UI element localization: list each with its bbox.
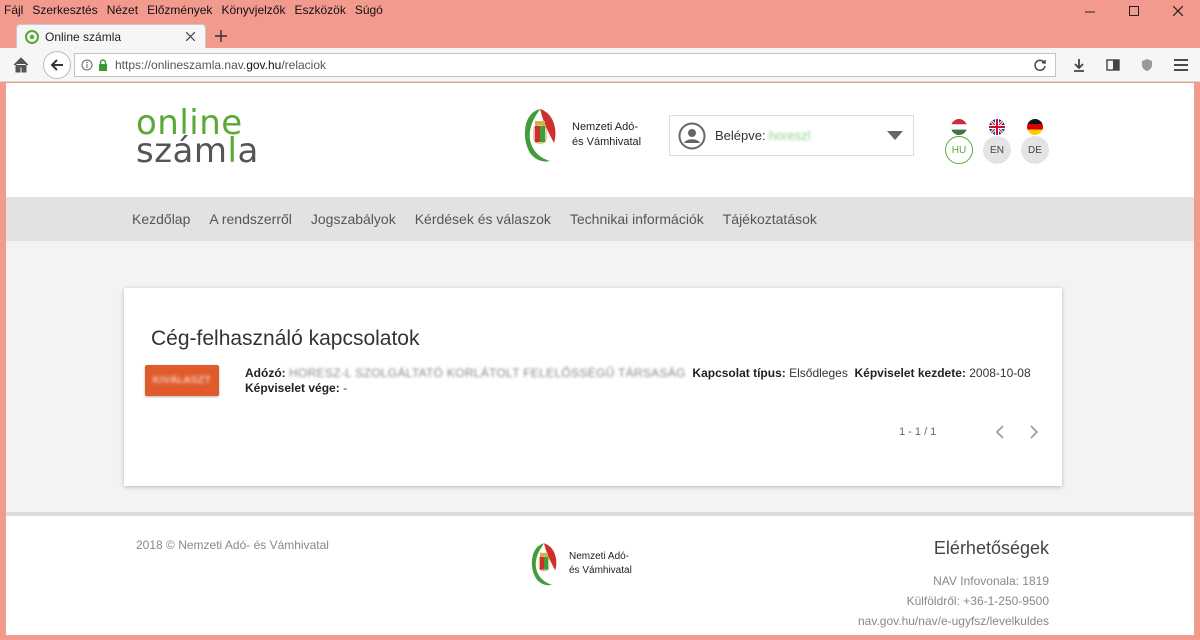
lang-de-button[interactable]: DE <box>1021 136 1049 164</box>
lang-hu[interactable]: HU <box>944 119 974 164</box>
login-label: Belépve: <box>715 128 766 143</box>
contacts-title: Elérhetőségek <box>933 538 1049 558</box>
crest-icon <box>531 543 557 586</box>
menu-file[interactable]: Fájl <box>4 3 23 17</box>
select-taxpayer-button[interactable]: KIVÁLASZT <box>145 365 219 396</box>
footer-agency-logo[interactable]: Nemzeti Adó- és Vámhivatal <box>528 539 632 589</box>
language-switcher: HU EN DE <box>944 119 1050 164</box>
representation-start-value: 2008-10-08 <box>969 366 1031 380</box>
nav-item-legislation[interactable]: Jogszabályok <box>311 211 396 227</box>
page-title: Cég-felhasználó kapcsolatok <box>151 327 420 350</box>
lang-de[interactable]: DE <box>1020 119 1050 164</box>
nav-item-notices[interactable]: Tájékoztatások <box>723 211 817 227</box>
address-bar[interactable]: https://onlineszamla.nav.gov.hu/relaciok <box>74 53 1056 77</box>
site-logo[interactable]: online számla <box>136 106 259 168</box>
lang-en-button[interactable]: EN <box>983 136 1011 164</box>
reader-view-button[interactable] <box>1104 56 1122 74</box>
info-icon[interactable] <box>81 59 93 71</box>
agency-name-line2: és Vámhivatal <box>572 136 642 148</box>
pagination: 1 - 1 / 1 <box>899 424 1042 440</box>
favicon-icon <box>25 29 39 44</box>
close-window-button[interactable] <box>1156 0 1200 22</box>
login-username: horeszl <box>768 128 811 143</box>
footer-agency-line1: Nemzeti Adó- <box>569 551 630 562</box>
representation-end-value: - <box>343 381 348 395</box>
back-button[interactable] <box>43 51 71 79</box>
contact-hotline: NAV Infovonala: 1819 <box>933 574 1049 588</box>
downloads-button[interactable] <box>1070 56 1088 74</box>
page-viewport: online számla Nemzeti Adó- és Vámhivatal… <box>6 83 1194 635</box>
reload-icon <box>1034 59 1046 72</box>
close-icon <box>185 32 195 41</box>
minimize-button[interactable] <box>1068 0 1112 22</box>
close-icon <box>1173 6 1183 16</box>
representation-start-label: Képviselet kezdete: <box>854 366 966 380</box>
footer-agency-line2: és Vámhivatal <box>569 565 632 576</box>
site-footer: 2018 © Nemzeti Adó- és Vámhivatal Nemzet… <box>6 516 1194 635</box>
hungary-flag-icon <box>951 119 967 135</box>
taxpayer-label: Adózó: <box>245 366 286 380</box>
tab-close-button[interactable] <box>183 30 197 44</box>
menu-bookmarks[interactable]: Könyvjelzők <box>221 3 285 17</box>
tab-title: Online számla <box>45 29 122 44</box>
menu-bar: Fájl Szerkesztés Nézet Előzmények Könyvj… <box>0 0 1200 22</box>
shield-icon <box>1142 59 1152 71</box>
caret-down-icon <box>887 131 903 140</box>
hamburger-icon <box>1174 59 1188 71</box>
url-text: https://onlineszamla.nav.gov.hu/relaciok <box>115 58 327 72</box>
lock-icon[interactable] <box>98 59 108 71</box>
hamburger-menu-button[interactable] <box>1172 56 1190 74</box>
prev-page-button[interactable] <box>992 424 1008 440</box>
menu-history[interactable]: Előzmények <box>147 3 212 17</box>
pagination-range: 1 - 1 / 1 <box>899 426 937 438</box>
lang-hu-button[interactable]: HU <box>945 136 973 164</box>
contact-email-link[interactable]: nav.gov.hu/nav/e-ugyfsz/levelkuldes <box>858 611 1049 631</box>
nav-item-home[interactable]: Kezdőlap <box>132 211 190 227</box>
download-icon <box>1074 59 1084 72</box>
arrow-left-icon <box>50 59 63 71</box>
agency-name-line1: Nemzeti Adó- <box>572 121 639 133</box>
tab-strip: Online számla <box>0 22 1200 48</box>
user-icon <box>678 122 706 149</box>
relations-card: Cég-felhasználó kapcsolatok KIVÁLASZT Ad… <box>124 288 1062 486</box>
minimize-icon <box>1085 11 1095 13</box>
maximize-button[interactable] <box>1112 0 1156 22</box>
relation-row: Adózó: HORESZ-L SZOLGÁLTATÓ KORLÁTOLT FE… <box>245 366 1035 396</box>
contact-abroad: Külföldről: +36-1-250-9500 <box>906 594 1049 608</box>
home-button[interactable] <box>12 56 30 74</box>
representation-end-label: Képviselet vége: <box>245 381 340 395</box>
menu-edit[interactable]: Szerkesztés <box>32 3 97 17</box>
tab-online-szamla[interactable]: Online számla <box>16 24 206 48</box>
menu-view[interactable]: Nézet <box>107 3 138 17</box>
reload-button[interactable] <box>1033 58 1047 72</box>
nav-item-about[interactable]: A rendszerről <box>209 211 291 227</box>
relation-type-label: Kapcsolat típus: <box>692 366 786 380</box>
sidebar-icon <box>1106 59 1120 71</box>
copyright-text: 2018 © Nemzeti Adó- és Vámhivatal <box>136 538 329 552</box>
chevron-left-icon <box>996 425 1004 439</box>
user-login-dropdown[interactable]: Belépve: horeszl <box>669 115 914 156</box>
taxpayer-value: HORESZ-L SZOLGÁLTATÓ KORLÁTOLT FELELŐSSÉ… <box>289 366 686 380</box>
maximize-icon <box>1129 6 1139 16</box>
nav-agency-logo[interactable]: Nemzeti Adó- és Vámhivatal <box>520 105 641 165</box>
home-icon <box>13 57 29 73</box>
nav-item-technical-info[interactable]: Technikai információk <box>570 211 704 227</box>
uk-flag-icon <box>989 119 1005 135</box>
shield-button[interactable] <box>1138 56 1156 74</box>
site-header: online számla Nemzeti Adó- és Vámhivatal… <box>6 83 1194 197</box>
menu-help[interactable]: Súgó <box>355 3 383 17</box>
plus-icon <box>215 30 227 42</box>
nav-item-faq[interactable]: Kérdések és válaszok <box>415 211 551 227</box>
relation-type-value: Elsődleges <box>789 366 848 380</box>
main-navigation: Kezdőlap A rendszerről Jogszabályok Kérd… <box>6 197 1194 241</box>
germany-flag-icon <box>1027 119 1043 135</box>
menu-tools[interactable]: Eszközök <box>294 3 345 17</box>
crest-icon <box>524 109 556 162</box>
browser-toolbar: https://onlineszamla.nav.gov.hu/relaciok <box>0 48 1200 82</box>
next-page-button[interactable] <box>1026 424 1042 440</box>
contacts-section: Elérhetőségek NAV Infovonala: 1819 Külfö… <box>858 538 1049 631</box>
chevron-right-icon <box>1030 425 1039 439</box>
lang-en[interactable]: EN <box>982 119 1012 164</box>
new-tab-button[interactable] <box>210 26 232 46</box>
